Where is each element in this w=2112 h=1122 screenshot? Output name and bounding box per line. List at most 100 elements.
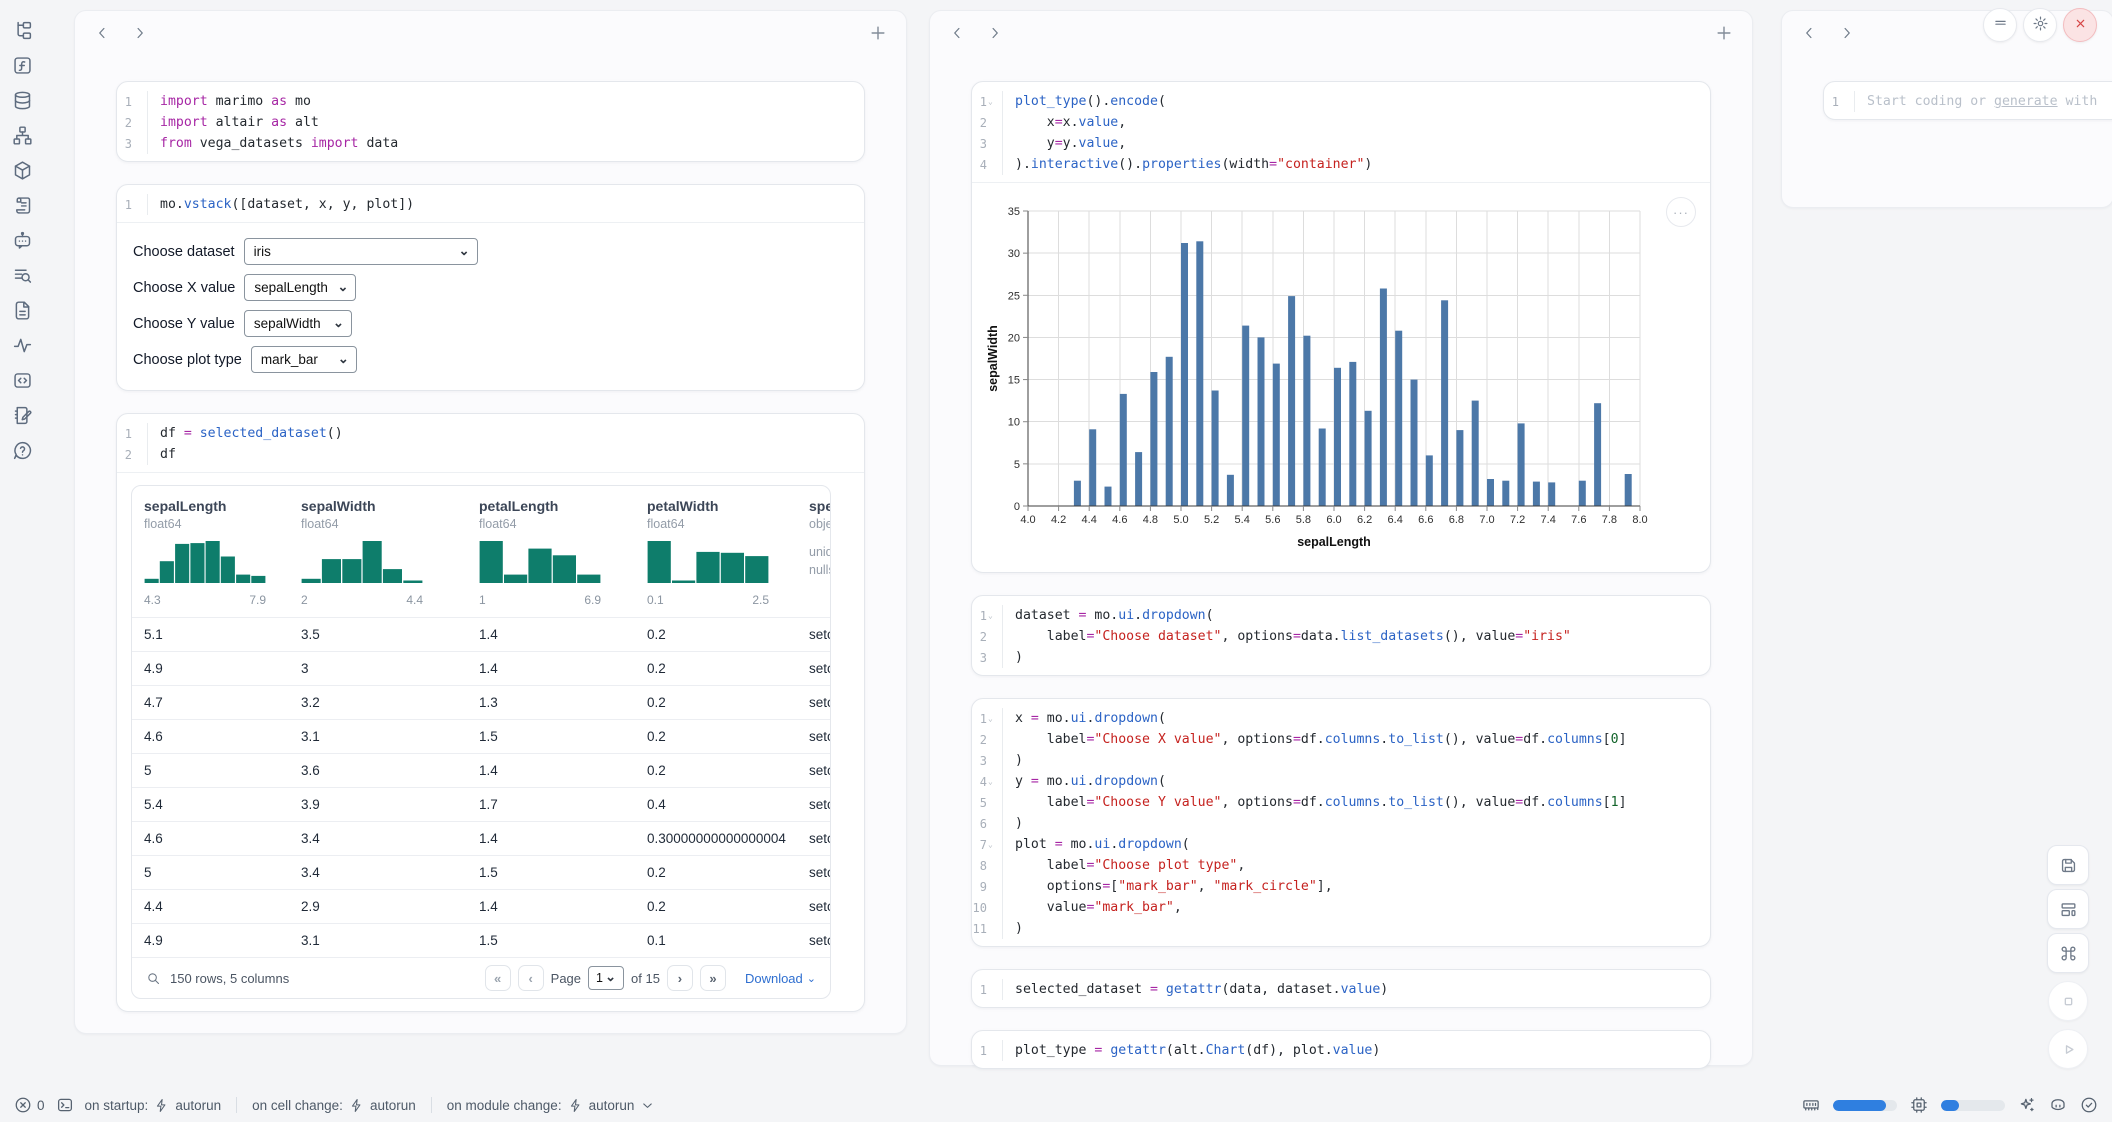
code-line[interactable]: y = mo.ui.dropdown(: [1003, 771, 1710, 792]
snippets-icon[interactable]: [12, 300, 33, 321]
packages-icon[interactable]: [12, 160, 33, 181]
code-editor[interactable]: 1⌄234⌄567⌄891011x = mo.ui.dropdown( labe…: [972, 699, 1710, 946]
doc-search-icon[interactable]: [12, 265, 33, 286]
code-line[interactable]: ).interactive().properties(width="contai…: [1003, 154, 1710, 175]
database-icon[interactable]: [12, 90, 33, 111]
layout-button[interactable]: [2047, 889, 2089, 929]
column-header-petalWidth[interactable]: petalWidthfloat640.12.5: [647, 498, 809, 607]
code-line[interactable]: label="Choose dataset", options=data.lis…: [1003, 626, 1710, 647]
code-editor[interactable]: 1⌄234plot_type().encode( x=x.value, y=y.…: [972, 82, 1710, 182]
code-line[interactable]: df: [148, 444, 864, 465]
column-header-species[interactable]: speciesobjectunique:nulls:: [809, 498, 830, 607]
code-line[interactable]: mo.vstack([dataset, x, y, plot]): [148, 194, 864, 215]
run-button[interactable]: [2048, 1029, 2088, 1069]
dependency-graph-icon[interactable]: [12, 125, 33, 146]
code-line[interactable]: plot_type = getattr(alt.Chart(df), plot.…: [1003, 1040, 1710, 1061]
search-icon[interactable]: [146, 971, 161, 986]
code-line[interactable]: Start coding or generate with: [1855, 91, 2112, 112]
svg-text:6.8: 6.8: [1449, 514, 1464, 526]
download-button[interactable]: Download⌄: [745, 971, 816, 986]
code-editor[interactable]: 12df = selected_dataset()df: [117, 414, 864, 472]
code-line[interactable]: x = mo.ui.dropdown(: [1003, 708, 1710, 729]
code-line[interactable]: selected_dataset = getattr(data, dataset…: [1003, 979, 1710, 1000]
check-circle-icon[interactable]: [2080, 1096, 2098, 1114]
settings-button[interactable]: [2023, 8, 2057, 42]
chevron-left-icon[interactable]: [1800, 24, 1818, 42]
svg-text:7.4: 7.4: [1541, 514, 1556, 526]
line-number: 4: [972, 154, 1002, 175]
plus-icon: [868, 30, 888, 47]
y-value-select[interactable]: sepalWidth: [244, 310, 352, 337]
chart-menu-button[interactable]: ···: [1666, 197, 1696, 227]
code-line[interactable]: df = selected_dataset(): [148, 423, 864, 444]
code-line[interactable]: ): [1003, 918, 1710, 939]
code-editor[interactable]: 1selected_dataset = getattr(data, datase…: [972, 970, 1710, 1007]
code-editor[interactable]: 123import marimo as moimport altair as a…: [117, 82, 864, 161]
code-editor[interactable]: 1plot_type = getattr(alt.Chart(df), plot…: [972, 1031, 1710, 1068]
table-cell: setosa: [809, 899, 830, 914]
on-startup-setting[interactable]: on startup: autorun: [85, 1098, 222, 1113]
column-header-petalLength[interactable]: petalLengthfloat6416.9: [479, 498, 647, 607]
sparkles-icon[interactable]: [2018, 1096, 2036, 1114]
code-line[interactable]: label="Choose Y value", options=df.colum…: [1003, 792, 1710, 813]
code-line[interactable]: label="Choose plot type",: [1003, 855, 1710, 876]
new-cell: 1Start coding or generate with: [1823, 81, 2112, 120]
add-cell-button[interactable]: [1714, 23, 1734, 43]
code-editor[interactable]: 1mo.vstack([dataset, x, y, plot]): [117, 185, 864, 222]
first-page-button[interactable]: «: [485, 965, 511, 991]
code-line[interactable]: plot_type().encode(: [1003, 91, 1710, 112]
dataset-select[interactable]: iris: [244, 238, 478, 265]
copilot-icon[interactable]: [2049, 1096, 2067, 1114]
help-icon[interactable]: [12, 440, 33, 461]
plot-type-select[interactable]: mark_bar: [251, 346, 357, 373]
code-editor[interactable]: 1⌄23dataset = mo.ui.dropdown( label="Cho…: [972, 596, 1710, 675]
code-square-icon[interactable]: [12, 370, 33, 391]
code-line[interactable]: options=["mark_bar", "mark_circle"],: [1003, 876, 1710, 897]
tracing-icon[interactable]: [12, 335, 33, 356]
bar-chart[interactable]: 4.04.24.44.64.85.05.25.45.65.86.06.26.46…: [986, 195, 1686, 553]
svg-text:5.8: 5.8: [1296, 514, 1311, 526]
chevron-down-icon: ⌄: [807, 972, 816, 985]
file-tree-icon[interactable]: [12, 20, 33, 41]
menu-button[interactable]: [1983, 8, 2017, 42]
page-select[interactable]: 1: [588, 966, 624, 990]
on-module-change-setting[interactable]: on module change: autorun: [447, 1098, 656, 1113]
prev-page-button[interactable]: ‹: [518, 965, 544, 991]
code-line[interactable]: y=y.value,: [1003, 133, 1710, 154]
code-editor[interactable]: 1Start coding or generate with: [1824, 82, 2112, 119]
x-value-select[interactable]: sepalLength: [244, 274, 356, 301]
code-line[interactable]: label="Choose X value", options=df.colum…: [1003, 729, 1710, 750]
chevron-right-icon[interactable]: [1838, 24, 1856, 42]
chat-icon[interactable]: [12, 230, 33, 251]
code-line[interactable]: import marimo as mo: [148, 91, 864, 112]
chevron-left-icon[interactable]: [948, 24, 966, 42]
code-line[interactable]: from vega_datasets import data: [148, 133, 864, 154]
scratchpad-icon[interactable]: [12, 405, 33, 426]
save-button[interactable]: [2047, 845, 2089, 885]
shutdown-button[interactable]: [2063, 8, 2097, 42]
on-cell-change-setting[interactable]: on cell change: autorun: [252, 1098, 416, 1113]
code-line[interactable]: dataset = mo.ui.dropdown(: [1003, 605, 1710, 626]
column-header-sepalWidth[interactable]: sepalWidthfloat6424.4: [301, 498, 479, 607]
column-header-sepalLength[interactable]: sepalLengthfloat644.37.9: [132, 498, 301, 607]
keyboard-shortcuts-button[interactable]: [2047, 933, 2089, 973]
code-line[interactable]: ): [1003, 750, 1710, 771]
code-line[interactable]: value="mark_bar",: [1003, 897, 1710, 918]
error-indicator[interactable]: 0: [14, 1096, 45, 1114]
code-line[interactable]: import altair as alt: [148, 112, 864, 133]
last-page-button[interactable]: »: [700, 965, 726, 991]
stop-button[interactable]: [2048, 981, 2088, 1021]
code-line[interactable]: x=x.value,: [1003, 112, 1710, 133]
chevron-right-icon[interactable]: [986, 24, 1004, 42]
logs-icon[interactable]: [12, 195, 33, 216]
terminal-icon[interactable]: [56, 1096, 74, 1114]
chevron-left-icon[interactable]: [93, 24, 111, 42]
next-page-button[interactable]: ›: [667, 965, 693, 991]
code-line[interactable]: ): [1003, 647, 1710, 668]
code-line[interactable]: ): [1003, 813, 1710, 834]
functions-icon[interactable]: [12, 55, 33, 76]
chevron-right-icon[interactable]: [131, 24, 149, 42]
code-line[interactable]: plot = mo.ui.dropdown(: [1003, 834, 1710, 855]
add-cell-button[interactable]: [868, 23, 888, 43]
line-number: 10: [972, 897, 1002, 918]
